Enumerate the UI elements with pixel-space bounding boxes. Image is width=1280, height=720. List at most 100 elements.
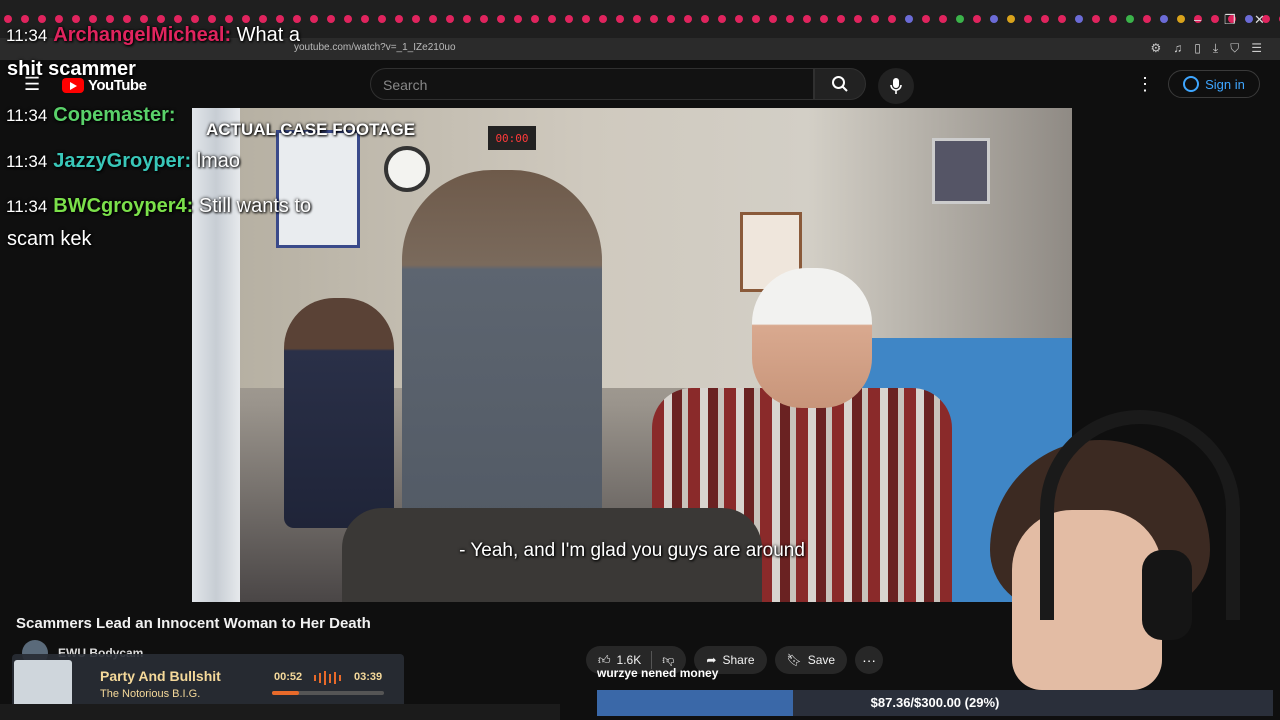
browser-tab-favicon[interactable] [361, 15, 369, 23]
extension-icons: ⚙ ♫ ▯ ⤓ ⛉ ☰ [1151, 41, 1262, 56]
browser-tab-favicon[interactable] [1160, 15, 1168, 23]
browser-tab-favicon[interactable] [378, 15, 386, 23]
browser-tab-favicon[interactable] [106, 15, 114, 23]
sign-in-button[interactable]: Sign in [1168, 70, 1260, 98]
browser-tab-favicon[interactable] [225, 15, 233, 23]
browser-tab-favicon[interactable] [820, 15, 828, 23]
browser-tab-favicon[interactable] [548, 15, 556, 23]
browser-tab-favicon[interactable] [990, 15, 998, 23]
browser-tab-favicon[interactable] [497, 15, 505, 23]
browser-tab-favicon[interactable] [718, 15, 726, 23]
browser-tab-favicon[interactable] [412, 15, 420, 23]
music-icon[interactable]: ♫ [1173, 41, 1182, 56]
search-input[interactable]: Search [370, 68, 814, 100]
browser-tab-favicon[interactable] [259, 15, 267, 23]
url-text[interactable]: youtube.com/watch?v=_1_IZe210uo [294, 42, 456, 53]
browser-tab-favicon[interactable] [871, 15, 879, 23]
browser-tab-favicon[interactable] [123, 15, 131, 23]
browser-tab-favicon[interactable] [72, 15, 80, 23]
browser-tab-favicon[interactable] [616, 15, 624, 23]
save-button[interactable]: 🔖︎ Save [774, 646, 848, 674]
browser-tab-favicon[interactable] [939, 15, 947, 23]
settings-kebab-icon[interactable]: ⋮ [1136, 74, 1154, 95]
browser-tab-favicon[interactable] [565, 15, 573, 23]
browser-tab-favicon[interactable] [310, 15, 318, 23]
browser-tab-favicon[interactable] [174, 15, 182, 23]
browser-tab-favicon[interactable] [157, 15, 165, 23]
browser-tab-favicon[interactable] [463, 15, 471, 23]
search-button[interactable] [814, 68, 866, 100]
browser-tab-favicon[interactable] [973, 15, 981, 23]
browser-tab-favicon[interactable] [208, 15, 216, 23]
browser-tab-favicon[interactable] [752, 15, 760, 23]
browser-tab-favicon[interactable] [140, 15, 148, 23]
browser-tab-favicon[interactable] [89, 15, 97, 23]
browser-tab-favicon[interactable] [242, 15, 250, 23]
chat-username: BWCgroyper4: [53, 195, 194, 217]
sidebar-icon[interactable]: ▯ [1194, 41, 1201, 56]
browser-tab-favicon[interactable] [1092, 15, 1100, 23]
puzzle-icon[interactable]: ⚙ [1151, 41, 1162, 56]
chat-username: Copemaster: [53, 104, 176, 126]
browser-tab-favicon[interactable] [38, 15, 46, 23]
menu-icon[interactable]: ☰ [1251, 41, 1262, 56]
browser-tab-favicon[interactable] [701, 15, 709, 23]
browser-tab-favicon[interactable] [1075, 15, 1083, 23]
browser-tab-favicon[interactable] [1109, 15, 1117, 23]
browser-tab-favicon[interactable] [633, 15, 641, 23]
video-frame-monitor [932, 138, 990, 204]
chat-message: 11:34 Copemaster: [6, 104, 176, 126]
browser-tab-favicon[interactable] [1058, 15, 1066, 23]
voice-search-button[interactable] [878, 68, 914, 104]
browser-tab-favicon[interactable] [480, 15, 488, 23]
browser-tab-favicon[interactable] [786, 15, 794, 23]
browser-tabs[interactable] [4, 15, 1280, 23]
browser-tab-favicon[interactable] [344, 15, 352, 23]
more-actions-button[interactable]: ··· [855, 646, 884, 674]
donation-message: wurzye nened money [597, 666, 719, 680]
maximize-icon[interactable]: ❐ [1224, 12, 1236, 28]
download-icon[interactable]: ⤓ [1213, 41, 1218, 56]
video-frame-patient-head [752, 268, 872, 408]
song-artist: The Notorious B.I.G. [100, 688, 201, 700]
browser-tab-favicon[interactable] [1126, 15, 1134, 23]
browser-tab-favicon[interactable] [956, 15, 964, 23]
browser-tab-favicon[interactable] [429, 15, 437, 23]
browser-tab-favicon[interactable] [531, 15, 539, 23]
browser-tab-favicon[interactable] [769, 15, 777, 23]
browser-tab-favicon[interactable] [514, 15, 522, 23]
browser-tab-favicon[interactable] [650, 15, 658, 23]
browser-tab-favicon[interactable] [735, 15, 743, 23]
browser-tab-favicon[interactable] [4, 15, 12, 23]
browser-tab-favicon[interactable] [1143, 15, 1151, 23]
browser-tab-favicon[interactable] [1211, 15, 1219, 23]
browser-tab-favicon[interactable] [55, 15, 63, 23]
browser-tab-favicon[interactable] [837, 15, 845, 23]
browser-tab-favicon[interactable] [293, 15, 301, 23]
browser-tab-favicon[interactable] [276, 15, 284, 23]
browser-tab-favicon[interactable] [599, 15, 607, 23]
browser-tab-favicon[interactable] [327, 15, 335, 23]
browser-tab-favicon[interactable] [582, 15, 590, 23]
browser-tab-favicon[interactable] [395, 15, 403, 23]
browser-tab-favicon[interactable] [446, 15, 454, 23]
webcam-ear-cup [1142, 550, 1192, 640]
browser-tab-favicon[interactable] [888, 15, 896, 23]
minimize-icon[interactable]: – [1194, 12, 1201, 27]
browser-tab-favicon[interactable] [803, 15, 811, 23]
browser-tab-favicon[interactable] [1007, 15, 1015, 23]
browser-tab-favicon[interactable] [21, 15, 29, 23]
close-icon[interactable]: ✕ [1254, 12, 1265, 28]
browser-tab-favicon[interactable] [922, 15, 930, 23]
browser-tab-favicon[interactable] [684, 15, 692, 23]
shield-icon[interactable]: ⛉ [1230, 41, 1239, 56]
search-icon [832, 76, 848, 92]
browser-tab-favicon[interactable] [854, 15, 862, 23]
browser-tab-favicon[interactable] [191, 15, 199, 23]
browser-tab-favicon[interactable] [667, 15, 675, 23]
browser-tab-favicon[interactable] [1245, 15, 1253, 23]
browser-tab-favicon[interactable] [1024, 15, 1032, 23]
browser-tab-favicon[interactable] [905, 15, 913, 23]
browser-tab-favicon[interactable] [1041, 15, 1049, 23]
browser-tab-favicon[interactable] [1177, 15, 1185, 23]
